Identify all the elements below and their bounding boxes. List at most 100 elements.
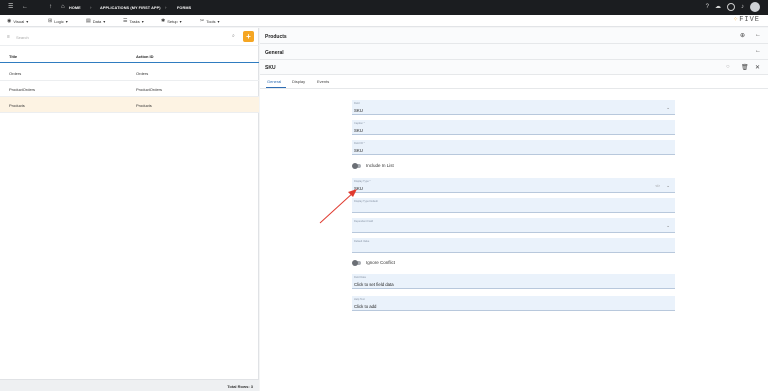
info-icon[interactable]: ○	[726, 64, 730, 70]
help-text-field[interactable]: Help Text Click to add	[352, 296, 675, 311]
notification-icon[interactable]: ♪	[741, 4, 744, 10]
history-icon[interactable]: ⊕	[740, 32, 745, 39]
caption-value: SKU	[354, 127, 363, 133]
ignore-conflict-label: Ignore Conflict	[366, 259, 396, 265]
form-title: Products	[265, 34, 287, 40]
dependent-field-select[interactable]: Dependent Field ⌄	[352, 218, 675, 233]
tab-events[interactable]: Events	[317, 79, 329, 84]
total-rows: Total Rows: 3	[227, 384, 253, 389]
chevron-down-icon: ▾	[179, 18, 182, 24]
code-icon[interactable]: </>	[655, 184, 660, 188]
breadcrumb-home[interactable]: HOME	[69, 6, 81, 10]
chevron-down-icon[interactable]: ⌄	[666, 223, 670, 229]
tools-icon: ✂	[200, 18, 205, 24]
chevron-down-icon: ▾	[103, 18, 106, 24]
cell-title: Orders	[9, 71, 22, 76]
breadcrumb-applications[interactable]: APPLICATIONS (MY FIRST APP)	[100, 6, 161, 10]
tab-display[interactable]: Display	[292, 79, 305, 84]
menu-label: Logic	[54, 18, 64, 24]
display-type-value: SKU	[354, 185, 363, 191]
display-type-select[interactable]: Display Type * SKU </> ⌄	[352, 178, 675, 193]
menu-bar: ◉ Visual ▾ ⊞ Logic ▾ ▤ Data ▾ ☰ Tasks ▾ …	[0, 15, 768, 27]
chevron-down-icon: ▾	[26, 18, 29, 24]
chevron-down-icon: ▾	[65, 18, 68, 24]
help-icon[interactable]: ?	[706, 4, 709, 10]
filter-icon[interactable]: ≡	[7, 34, 10, 40]
display-type-default-label: Display Type Default	[354, 200, 378, 203]
field-id-field[interactable]: Field ID * SKU	[352, 140, 675, 155]
logo-text: FIVE	[739, 16, 760, 24]
list-footer: Total Rows: 3	[0, 379, 259, 391]
breadcrumb-separator: ›	[90, 5, 92, 10]
home-icon[interactable]: ⌂	[61, 4, 65, 10]
data-icon: ▤	[86, 18, 91, 24]
table-header: Title Action ID	[0, 49, 259, 63]
field-label: Field	[354, 102, 360, 105]
record-title: SKU	[265, 65, 276, 71]
table-row[interactable]: ProductOrders ProductOrders	[0, 81, 259, 97]
menu-setup[interactable]: ✱ Setup ▾	[161, 18, 182, 24]
menu-label: Tasks	[129, 18, 140, 24]
display-type-label: Display Type *	[354, 180, 371, 183]
help-text-label: Help Text	[354, 298, 365, 301]
field-data-field[interactable]: Field Data Click to set field data	[352, 274, 675, 289]
top-bar: ☰ ← ↑ ⌂ HOME › APPLICATIONS (MY FIRST AP…	[0, 0, 768, 15]
menu-tools[interactable]: ✂ Tools ▾	[200, 18, 220, 24]
breadcrumb-forms[interactable]: FORMS	[177, 6, 191, 10]
table-row[interactable]: Orders Orders	[0, 65, 259, 81]
menu-data[interactable]: ▤ Data ▾	[86, 18, 105, 24]
form-header: Products ⊕ ←	[260, 28, 768, 44]
chevron-down-icon: ▾	[141, 18, 144, 24]
column-header-action-id[interactable]: Action ID	[136, 54, 154, 59]
back-icon[interactable]: ←	[755, 48, 761, 54]
tasks-icon: ☰	[123, 18, 128, 24]
back-icon[interactable]: ←	[755, 32, 761, 38]
default-value-field[interactable]: Default Value	[352, 238, 675, 253]
avatar[interactable]	[750, 2, 760, 12]
breadcrumb-separator: ›	[165, 5, 167, 10]
back-icon[interactable]: ←	[22, 4, 28, 10]
eye-icon: ◉	[7, 18, 12, 24]
cell-action-id: ProductOrders	[136, 87, 163, 92]
tab-general[interactable]: General	[267, 79, 281, 84]
field-value: SKU	[354, 107, 363, 113]
table-row-selected[interactable]: Products Products	[0, 97, 259, 113]
cloud-icon[interactable]: ☁	[715, 4, 721, 10]
caption-field[interactable]: Caption * SKU	[352, 120, 675, 135]
include-in-list-toggle[interactable]	[352, 163, 361, 169]
ignore-conflict-toggle[interactable]	[352, 260, 361, 266]
menu-logic[interactable]: ⊞ Logic ▾	[48, 18, 68, 24]
section-title: General	[265, 50, 284, 56]
close-icon[interactable]: ✕	[755, 64, 760, 71]
include-in-list-label: Include In List	[366, 162, 394, 168]
menu-label: Setup	[167, 18, 178, 24]
logic-icon: ⊞	[48, 18, 53, 24]
chevron-down-icon[interactable]: ⌄	[666, 183, 670, 189]
top-right-icons: ? ☁ ♪	[706, 2, 760, 12]
search-input[interactable]	[16, 33, 216, 41]
tab-bar: General Display Events	[260, 75, 768, 89]
active-tab-indicator	[266, 87, 286, 89]
menu-icon[interactable]: ☰	[8, 4, 13, 10]
trash-icon[interactable]: 🗑	[741, 64, 749, 71]
chevron-down-icon: ▾	[217, 18, 220, 24]
field-id-label: Field ID *	[354, 142, 365, 145]
cell-action-id: Products	[136, 103, 152, 108]
record-header: SKU ○ 🗑 ✕	[260, 60, 768, 75]
search-icon[interactable]: ⌕	[232, 33, 235, 39]
menu-label: Data	[92, 18, 102, 24]
settings-icon[interactable]	[727, 3, 735, 11]
field-select[interactable]: Field SKU ⌄	[352, 100, 675, 115]
caption-label: Caption *	[354, 122, 365, 125]
column-header-title[interactable]: Title	[9, 54, 17, 59]
display-type-default-field[interactable]: Display Type Default	[352, 198, 675, 213]
menu-tasks[interactable]: ☰ Tasks ▾	[123, 18, 144, 24]
menu-visual[interactable]: ◉ Visual ▾	[7, 18, 28, 24]
chevron-down-icon[interactable]: ⌄	[666, 105, 670, 111]
help-text-value: Click to add	[354, 303, 377, 309]
setup-icon: ✱	[161, 18, 166, 24]
add-button[interactable]: +	[243, 31, 254, 42]
cell-action-id: Orders	[136, 71, 149, 76]
cell-title: Products	[9, 103, 25, 108]
up-icon[interactable]: ↑	[49, 4, 52, 10]
